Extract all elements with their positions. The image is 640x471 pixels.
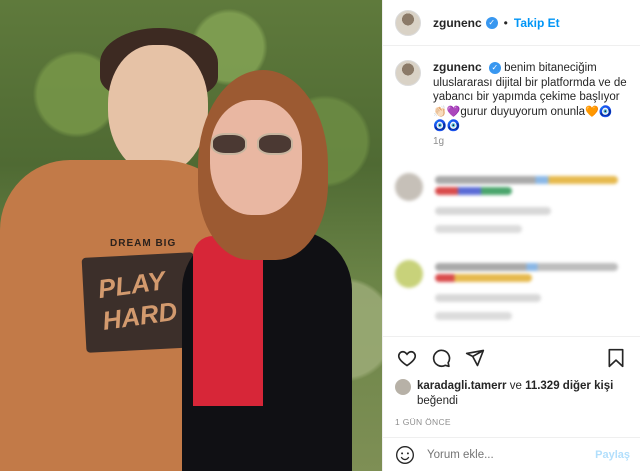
blurred-comment [395, 173, 628, 236]
hoodie-print-main-text: PLAY HARD [96, 265, 180, 336]
post-comment-button[interactable]: Paylaş [595, 449, 630, 461]
follow-button[interactable]: Takip Et [514, 16, 560, 30]
blurred-avatar [395, 260, 423, 288]
caption: zgunenc ✓ benim bitaneciğim uluslararası… [395, 60, 628, 149]
evil-eye-emojis: 🧿🧿 [433, 120, 461, 132]
author-username[interactable]: zgunenc [433, 16, 482, 30]
likes-count[interactable]: 11.329 diğer kişi [525, 380, 613, 392]
bookmark-icon[interactable] [604, 346, 628, 370]
caption-body: zgunenc ✓ benim bitaneciğim uluslararası… [433, 60, 627, 149]
likes-summary: karadagli.tamerr ve 11.329 diğer kişi be… [395, 379, 628, 409]
separator-dot: • [503, 15, 508, 30]
comment-icon[interactable] [429, 346, 453, 370]
red-blouse [193, 236, 263, 406]
blurred-comment-text [435, 260, 628, 323]
comments-section: zgunenc ✓ benim bitaneciğim uluslararası… [383, 46, 640, 336]
author-avatar[interactable] [395, 9, 421, 36]
share-icon[interactable] [463, 346, 487, 370]
instagram-post: DREAM BIG PLAY HARD zgunenc ✓ • Takip Et … [0, 0, 640, 471]
blurred-avatar [395, 173, 423, 201]
emoji-icon[interactable] [393, 443, 417, 467]
blurred-comment [395, 260, 628, 323]
post-actions: karadagli.tamerr ve 11.329 diğer kişi be… [383, 336, 640, 437]
post-header: zgunenc ✓ • Takip Et [383, 0, 640, 46]
clap-heart-emojis: 👏🏻💜 [433, 105, 461, 118]
caption-text-line2: uluslararası dijital bir platformda ve d… [433, 76, 627, 89]
post-photo[interactable]: DREAM BIG PLAY HARD [0, 0, 382, 471]
caption-text-line4: gurur duyuyorum onunla [460, 105, 586, 118]
liker-username[interactable]: karadagli.tamerr [417, 380, 507, 392]
boy-face [108, 45, 208, 175]
heart-icon[interactable] [395, 346, 419, 370]
comment-input[interactable] [427, 448, 596, 461]
caption-age: 1g [433, 135, 445, 147]
action-icons [395, 345, 628, 371]
hoodie-print-top-text: DREAM BIG [110, 238, 177, 249]
caption-text-line1: benim bitaneciğim [504, 62, 597, 74]
blurred-comment-text [435, 173, 628, 236]
heart-eye-emojis: 🧡🧿 [585, 105, 613, 118]
liker-avatar[interactable] [395, 379, 411, 395]
verified-icon: ✓ [485, 16, 498, 29]
caption-avatar[interactable] [395, 60, 421, 86]
post-sidebar: zgunenc ✓ • Takip Et zgunenc ✓ benim bit… [382, 0, 640, 471]
verified-icon: ✓ [488, 61, 501, 74]
post-timestamp[interactable]: 1 GÜN ÖNCE [395, 417, 628, 437]
caption-username[interactable]: zgunenc [433, 60, 482, 74]
woman-face [210, 100, 302, 215]
likes-connector: ve [509, 380, 522, 392]
likes-suffix: beğendi [417, 395, 458, 407]
comment-box: Paylaş [383, 437, 640, 471]
sunglasses [211, 133, 293, 155]
caption-text-line3: yabancı bir yapımda çekime başlıyor [433, 91, 620, 103]
